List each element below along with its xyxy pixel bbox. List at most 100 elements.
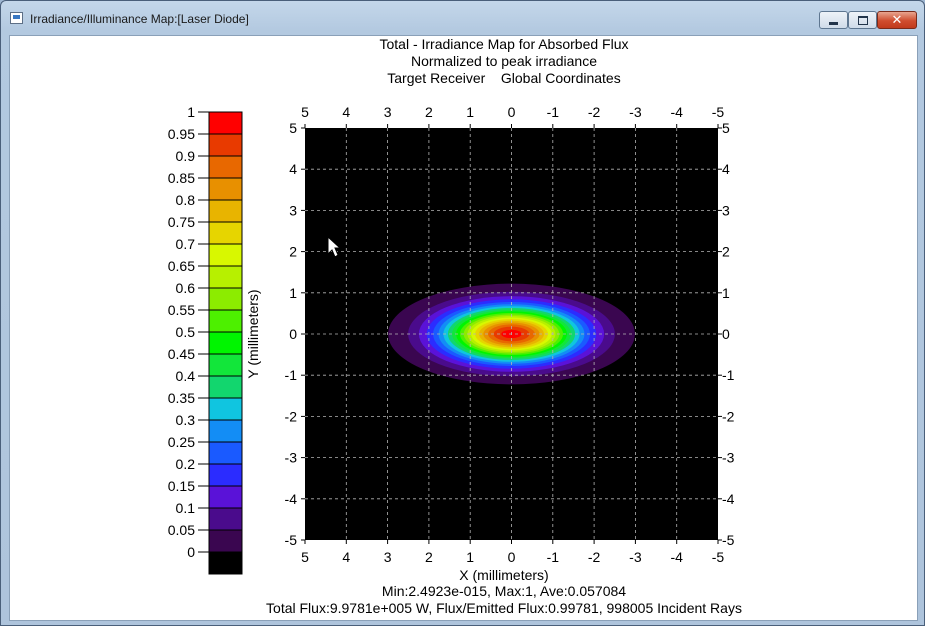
y-tick-label-right: 0 (722, 326, 730, 342)
colorbar-tick-label: 0.25 (168, 434, 195, 450)
colorbar-swatch (209, 486, 242, 508)
colorbar-swatch (209, 266, 242, 288)
colorbar-swatch (209, 332, 242, 354)
x-axis-label: X (millimeters) (459, 567, 548, 583)
x-tick-label-top: 5 (301, 104, 309, 120)
colorbar-swatch (209, 442, 242, 464)
colorbar-swatch (209, 310, 242, 332)
y-tick-label-left: 2 (289, 244, 297, 260)
minimize-icon (829, 21, 838, 25)
colorbar-tick-label: 0.15 (168, 478, 195, 494)
y-tick-label-right: -1 (722, 367, 735, 383)
y-tick-label-right: -2 (722, 408, 735, 424)
chart-title-line-2: Normalized to peak irradiance (411, 53, 597, 69)
x-tick-label-bottom: 4 (342, 549, 350, 565)
close-button[interactable]: ✕ (877, 11, 917, 29)
colorbar-swatch (209, 464, 242, 486)
client-area: Total - Irradiance Map for Absorbed Flux… (9, 35, 918, 621)
colorbar-swatch (209, 508, 242, 530)
minimize-button[interactable] (819, 11, 848, 29)
colorbar-tick-label: 0.1 (176, 500, 196, 516)
colorbar-tick-label: 1 (187, 104, 195, 120)
maximize-icon (857, 15, 868, 25)
colorbar-swatch (209, 530, 242, 552)
y-tick-label-right: 1 (722, 285, 730, 301)
colorbar-tick-label: 0.65 (168, 258, 195, 274)
x-axis-top: 5 4 3 2 1 0 -1 -2 -3 -4 -5 (301, 104, 724, 128)
colorbar-swatch (209, 178, 242, 200)
colorbar-tick-label: 0 (187, 544, 195, 560)
colorbar-swatch (209, 354, 242, 376)
x-tick-label-top: -5 (712, 104, 725, 120)
colorbar-swatch (209, 134, 242, 156)
colorbar-swatch (209, 222, 242, 244)
y-tick-label-right: -3 (722, 450, 735, 466)
y-tick-label-right: 2 (722, 244, 730, 260)
colorbar-tick-label: 0.05 (168, 522, 195, 538)
window: Irradiance/Illuminance Map:[Laser Diode]… (0, 0, 925, 626)
x-tick-label-bottom: 5 (301, 549, 309, 565)
colorbar-swatch (209, 420, 242, 442)
x-tick-label-bottom: -5 (712, 549, 725, 565)
colorbar-swatch (209, 288, 242, 310)
colorbar-swatch (209, 398, 242, 420)
colorbar-tick-label: 0.55 (168, 302, 195, 318)
y-axis-right: 5 4 3 2 1 0 -1 -2 -3 -4 -5 (718, 120, 735, 548)
colorbar-swatch (209, 244, 242, 266)
irradiance-map-chart: Total - Irradiance Map for Absorbed Flux… (168, 36, 742, 616)
x-axis-bottom: 5 4 3 2 1 0 -1 -2 -3 -4 -5 (301, 540, 724, 565)
x-tick-label-top: 1 (466, 104, 474, 120)
colorbar: 1 0.95 0.9 0.85 0.8 0.75 0.7 0.65 0.6 0.55 0.5 0.45… (168, 104, 243, 575)
colorbar-tick-label: 0.5 (176, 324, 196, 340)
colorbar-swatch (209, 200, 242, 222)
colorbar-tick-label: 0.3 (176, 412, 196, 428)
y-tick-label-right: -5 (722, 532, 735, 548)
x-tick-label-top: 3 (384, 104, 392, 120)
y-tick-label-right: -4 (722, 491, 735, 507)
y-tick-label-left: -4 (285, 491, 298, 507)
y-tick-label-left: 4 (289, 161, 297, 177)
colorbar-tick-label: 0.45 (168, 346, 195, 362)
colorbar-tick-label: 0.35 (168, 390, 195, 406)
y-tick-label-right: 3 (722, 202, 730, 218)
x-tick-label-top: -1 (547, 104, 560, 120)
title-bar[interactable]: Irradiance/Illuminance Map:[Laser Diode]… (1, 1, 924, 35)
x-tick-label-top: -2 (588, 104, 601, 120)
x-tick-label-top: -4 (670, 104, 683, 120)
y-tick-label-left: 3 (289, 202, 297, 218)
chart-title-line-3: Target Receiver Global Coordinates (387, 70, 620, 86)
x-tick-label-bottom: 1 (466, 549, 474, 565)
chart-title-line-1: Total - Irradiance Map for Absorbed Flux (379, 36, 628, 52)
x-tick-label-bottom: 0 (508, 549, 516, 565)
x-tick-label-bottom: -2 (588, 549, 601, 565)
footer-stats: Min:2.4923e-015, Max:1, Ave:0.057084 (382, 583, 626, 599)
x-tick-label-bottom: -3 (629, 549, 642, 565)
colorbar-swatch (209, 112, 242, 134)
x-tick-label-top: 0 (508, 104, 516, 120)
maximize-button[interactable] (848, 11, 877, 29)
x-tick-label-bottom: 2 (425, 549, 433, 565)
colorbar-tick-label: 0.75 (168, 214, 195, 230)
x-tick-label-bottom: -1 (547, 549, 560, 565)
chart-titles: Total - Irradiance Map for Absorbed Flux… (379, 36, 628, 86)
y-tick-label-left: 1 (289, 285, 297, 301)
x-tick-label-top: 4 (342, 104, 350, 120)
colorbar-tick-label: 0.95 (168, 126, 195, 142)
y-tick-label-left: -3 (285, 450, 298, 466)
x-tick-label-bottom: -4 (670, 549, 683, 565)
app-icon (10, 12, 23, 24)
footer-flux: Total Flux:9.9781e+005 W, Flux/Emitted F… (266, 600, 742, 616)
x-tick-label-top: -3 (629, 104, 642, 120)
y-tick-label-left: 0 (289, 326, 297, 342)
colorbar-tick-label: 0.6 (176, 280, 196, 296)
colorbar-tick-label: 0.8 (176, 192, 196, 208)
colorbar-tick-label: 0.4 (176, 368, 196, 384)
close-icon: ✕ (891, 12, 903, 27)
x-tick-label-top: 2 (425, 104, 433, 120)
colorbar-tick-label: 0.9 (176, 148, 196, 164)
y-tick-label-left: -5 (285, 532, 298, 548)
colorbar-swatch (209, 552, 242, 574)
x-tick-label-bottom: 3 (384, 549, 392, 565)
y-tick-label-left: -2 (285, 408, 298, 424)
colorbar-tick-label: 0.85 (168, 170, 195, 186)
